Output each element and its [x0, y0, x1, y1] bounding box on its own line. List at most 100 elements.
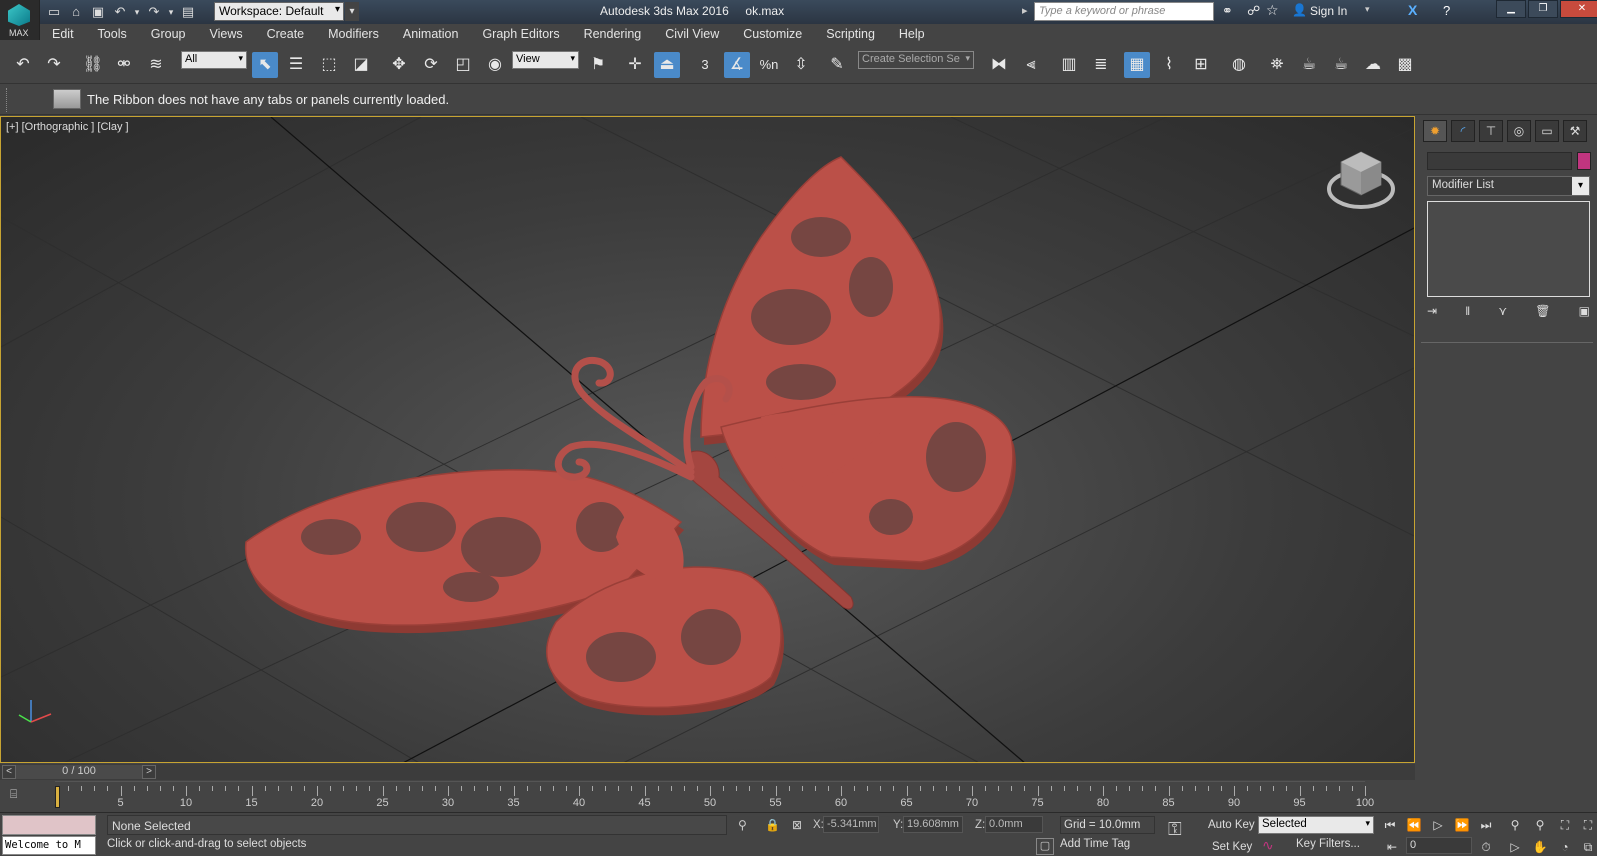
- sign-in-button[interactable]: Sign In: [1310, 4, 1347, 18]
- create-tab-icon[interactable]: ✹: [1423, 120, 1447, 142]
- go-to-start-icon[interactable]: ⏮: [1380, 818, 1400, 833]
- edit-named-selection-icon[interactable]: ✎: [824, 52, 850, 78]
- menu-tools[interactable]: Tools: [86, 27, 139, 41]
- previous-frame-icon[interactable]: ⏪: [1404, 818, 1424, 832]
- minimize-button[interactable]: ▁: [1496, 0, 1526, 18]
- select-by-name-icon[interactable]: ☰: [283, 52, 309, 78]
- exchange-x-icon[interactable]: X: [1408, 2, 1417, 18]
- new-file-icon[interactable]: ▭: [44, 2, 64, 22]
- menu-modifiers[interactable]: Modifiers: [316, 27, 391, 41]
- key-mode-dropdown[interactable]: Selected: [1258, 816, 1374, 834]
- object-color-swatch[interactable]: [1577, 152, 1591, 170]
- modifier-stack[interactable]: [1427, 201, 1590, 297]
- mirror-icon[interactable]: ⧓: [986, 52, 1012, 78]
- menu-graph-editors[interactable]: Graph Editors: [470, 27, 571, 41]
- layer-explorer-icon[interactable]: ≣: [1088, 52, 1114, 78]
- selection-lock-icon[interactable]: 🔒: [765, 818, 780, 832]
- perspective-viewport[interactable]: [+] [Orthographic ] [Clay ]: [0, 116, 1415, 763]
- move-icon[interactable]: ✥: [386, 52, 412, 78]
- menu-civil-view[interactable]: Civil View: [653, 27, 731, 41]
- redo-icon[interactable]: ↷: [144, 2, 164, 22]
- zoom-extents-icon[interactable]: ⛶: [1555, 818, 1575, 833]
- key-mode-toggle-icon[interactable]: ⇤: [1382, 840, 1402, 854]
- binoculars-icon[interactable]: ⚭: [1222, 3, 1233, 19]
- undo-dropdown-icon[interactable]: ▾: [132, 2, 142, 22]
- time-slider[interactable]: < 0 / 100 >: [0, 764, 1415, 780]
- menu-rendering[interactable]: Rendering: [572, 27, 654, 41]
- a360-gallery-icon[interactable]: ▩: [1392, 52, 1418, 78]
- align-icon[interactable]: ⫷: [1018, 52, 1044, 78]
- unlink-icon[interactable]: ⚮: [111, 52, 137, 78]
- motion-tab-icon[interactable]: ◎: [1507, 120, 1531, 142]
- snaps-toggle-icon[interactable]: 3: [692, 52, 718, 78]
- named-selection-sets-input[interactable]: Create Selection Se: [858, 51, 974, 69]
- remove-modifier-icon[interactable]: 🗑: [1535, 304, 1550, 322]
- angle-snap-icon[interactable]: ∡: [724, 52, 750, 78]
- y-coordinate-field[interactable]: 19.608mm: [903, 816, 963, 833]
- maxscript-listener-output[interactable]: Welcome to M: [2, 836, 96, 855]
- window-crossing-icon[interactable]: ◪: [348, 52, 374, 78]
- maximize-viewport-icon[interactable]: ⧉: [1578, 840, 1597, 855]
- selection-filter-dropdown[interactable]: All: [181, 51, 247, 69]
- go-to-end-icon[interactable]: ⏭: [1476, 818, 1496, 833]
- utilities-tab-icon[interactable]: ⚒: [1563, 120, 1587, 142]
- adaptive-degradation-icon[interactable]: ▢: [1036, 838, 1054, 855]
- timeline-ruler[interactable]: 5 10 15 20 25 30 35 40 45 50 55 60 65 70 75 80 85 90 95 100: [55, 781, 1374, 809]
- material-editor-icon[interactable]: ◍: [1226, 52, 1252, 78]
- key-filters-button[interactable]: Key Filters...: [1296, 838, 1360, 850]
- orbit-icon[interactable]: ◔: [1555, 840, 1575, 854]
- x-coordinate-field[interactable]: -5.341mm: [823, 816, 879, 833]
- time-configuration-icon[interactable]: ⏱: [1476, 840, 1496, 855]
- app-menu-button[interactable]: MAX: [0, 0, 40, 40]
- menu-scripting[interactable]: Scripting: [814, 27, 887, 41]
- viewcube-icon[interactable]: [1326, 147, 1396, 212]
- undo-icon[interactable]: ↶: [110, 2, 130, 22]
- render-setup-icon[interactable]: ⛯: [1264, 52, 1290, 78]
- workspace-dropdown[interactable]: Workspace: Default: [214, 2, 344, 21]
- bind-space-warp-icon[interactable]: ≋: [143, 52, 169, 78]
- qa-customize-icon[interactable]: ▾: [345, 2, 359, 21]
- make-unique-icon[interactable]: ⋎: [1498, 304, 1507, 322]
- place-icon[interactable]: ◉: [482, 52, 508, 78]
- auto-key-button[interactable]: Auto Key: [1208, 819, 1255, 831]
- selection-region-icon[interactable]: ⬚: [316, 52, 342, 78]
- redo-dropdown-icon[interactable]: ▾: [166, 2, 176, 22]
- maxscript-mini-listener[interactable]: [2, 815, 96, 835]
- modifier-list-dropdown[interactable]: Modifier List: [1427, 176, 1590, 196]
- reference-coordinate-dropdown[interactable]: View: [512, 51, 579, 69]
- link-icon[interactable]: ⛓: [80, 52, 106, 78]
- keyboard-shortcut-override-icon[interactable]: ⏏: [654, 52, 680, 78]
- object-name-field[interactable]: [1427, 152, 1572, 170]
- menu-help[interactable]: Help: [887, 27, 937, 41]
- schematic-view-icon[interactable]: ⊞: [1188, 52, 1214, 78]
- rotate-icon[interactable]: ⟳: [418, 52, 444, 78]
- play-icon[interactable]: ▷: [1428, 818, 1448, 832]
- mini-curve-editor-icon[interactable]: ⌸: [10, 787, 30, 803]
- menu-edit[interactable]: Edit: [40, 27, 86, 41]
- current-frame-field[interactable]: 0: [1406, 837, 1472, 854]
- search-input[interactable]: Type a keyword or phrase: [1034, 2, 1214, 21]
- next-frame-icon[interactable]: ⏩: [1452, 818, 1472, 832]
- zoom-all-icon[interactable]: ⚲: [1530, 818, 1550, 832]
- hierarchy-tab-icon[interactable]: ⊤: [1479, 120, 1503, 142]
- toggle-ribbon-icon[interactable]: ▦: [1124, 52, 1150, 78]
- default-in-out-tangent-icon[interactable]: ∿: [1262, 837, 1274, 854]
- menu-animation[interactable]: Animation: [391, 27, 471, 41]
- rendered-frame-window-icon[interactable]: ☕: [1296, 52, 1322, 78]
- current-frame-marker[interactable]: [55, 786, 60, 808]
- track-bar[interactable]: ⌸ 5 10 15 20 25 30 35 40 45 50 55 60 65 70 75 80 85 90 95 1…: [0, 781, 1415, 811]
- menu-group[interactable]: Group: [139, 27, 198, 41]
- butterfly-model[interactable]: [245, 156, 1016, 716]
- set-key-button[interactable]: Set Key: [1212, 841, 1252, 853]
- set-key-icon[interactable]: ⚿: [1168, 819, 1182, 840]
- menu-customize[interactable]: Customize: [731, 27, 814, 41]
- help-icon[interactable]: ?: [1443, 3, 1450, 18]
- add-time-tag-button[interactable]: Add Time Tag: [1060, 838, 1130, 850]
- scale-icon[interactable]: ◰: [450, 52, 476, 78]
- pivot-center-icon[interactable]: ⚑: [585, 52, 611, 78]
- pan-view-icon[interactable]: ✋: [1530, 840, 1550, 854]
- zoom-extents-all-icon[interactable]: ⛶: [1578, 818, 1597, 833]
- menu-create[interactable]: Create: [255, 27, 317, 41]
- communication-center-icon[interactable]: ☍: [1247, 3, 1260, 19]
- configure-modifier-sets-icon[interactable]: ▣: [1579, 304, 1590, 322]
